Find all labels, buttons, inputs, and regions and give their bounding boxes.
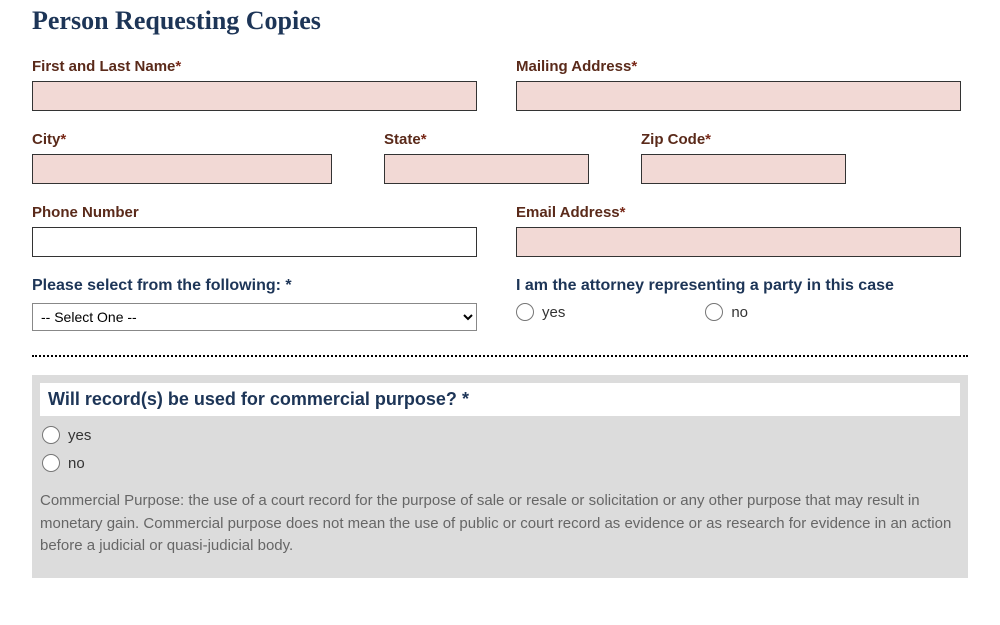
label-select-following: Please select from the following: * (32, 277, 484, 295)
zip-input[interactable] (641, 154, 846, 184)
radio-commercial-no[interactable] (42, 454, 60, 472)
radio-attorney-yes[interactable] (516, 303, 534, 321)
commercial-disclaimer: Commercial Purpose: the use of a court r… (40, 490, 960, 558)
label-name: First and Last Name* (32, 58, 484, 75)
radio-attorney-yes-label: yes (542, 304, 565, 321)
radio-attorney-no-label: no (731, 304, 748, 321)
state-input[interactable] (384, 154, 589, 184)
radio-attorney-no[interactable] (705, 303, 723, 321)
label-mailing: Mailing Address* (516, 58, 968, 75)
label-state: State* (384, 131, 609, 148)
label-phone: Phone Number (32, 204, 484, 221)
name-input[interactable] (32, 81, 477, 111)
commercial-question: Will record(s) be used for commercial pu… (40, 383, 960, 416)
label-attorney: I am the attorney representing a party i… (516, 277, 968, 295)
radio-commercial-yes[interactable] (42, 426, 60, 444)
label-city: City* (32, 131, 352, 148)
email-input[interactable] (516, 227, 961, 257)
city-input[interactable] (32, 154, 332, 184)
phone-input[interactable] (32, 227, 477, 257)
mailing-input[interactable] (516, 81, 961, 111)
radio-commercial-no-label: no (68, 455, 85, 472)
label-email: Email Address* (516, 204, 968, 221)
select-following[interactable]: -- Select One -- (32, 303, 477, 331)
radio-commercial-yes-label: yes (68, 427, 91, 444)
commercial-panel: Will record(s) be used for commercial pu… (32, 375, 968, 578)
label-zip: Zip Code* (641, 131, 866, 148)
divider (32, 355, 968, 357)
section-title: Person Requesting Copies (32, 6, 968, 36)
